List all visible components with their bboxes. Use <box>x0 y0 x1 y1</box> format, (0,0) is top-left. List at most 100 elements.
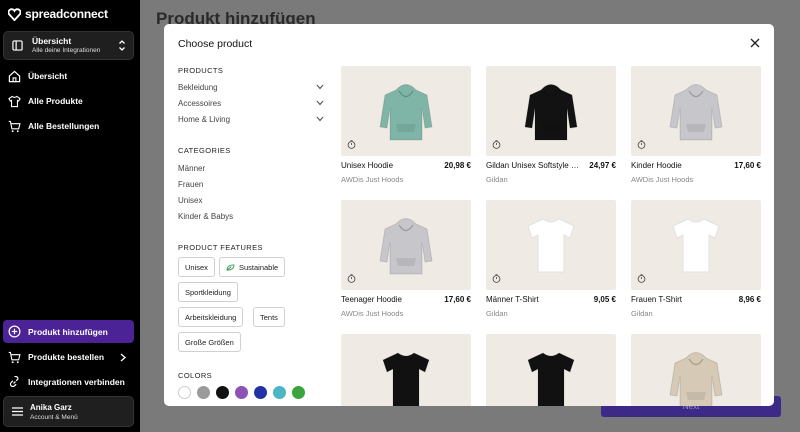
sidebar-item-label: Produkte bestellen <box>28 352 105 362</box>
sidebar-item-add-product[interactable]: Produkt hinzufügen <box>3 320 134 343</box>
sidebar-item-label: Alle Produkte <box>28 96 83 106</box>
account-menu[interactable]: Anika Garz Account & Menü <box>3 396 134 427</box>
chevron-right-icon <box>120 353 126 361</box>
chevron-updown-icon <box>119 40 125 51</box>
hoodie-image <box>669 84 723 141</box>
product-price: 17,60 € <box>734 161 761 170</box>
link-icon <box>9 375 19 387</box>
category-kinder-babys[interactable]: Kinder & Babys <box>178 212 324 221</box>
tshirt-image <box>527 218 575 273</box>
product-name: Frauen T-Shirt <box>631 295 682 304</box>
products-heading: PRODUCTS <box>178 66 224 75</box>
timer-icon <box>637 140 646 149</box>
product-name: Männer T-Shirt <box>486 295 539 304</box>
sidebar-item-label: Alle Bestellungen <box>28 121 100 131</box>
chip-label: Tents <box>260 312 278 322</box>
product-brand: Gildan <box>486 175 508 184</box>
product-name: Unisex Hoodie <box>341 161 394 170</box>
feature-chip-sustainable[interactable]: Sustainable <box>219 257 286 277</box>
home-icon <box>8 70 21 82</box>
timer-icon <box>492 140 501 149</box>
categories-heading: CATEGORIES <box>178 146 231 155</box>
tshirt-image <box>382 352 430 406</box>
product-brand: Gildan <box>486 309 508 318</box>
sidebar-item-overview[interactable]: Übersicht <box>0 66 140 86</box>
product-name: Kinder Hoodie <box>631 161 682 170</box>
sidebar-item-all-orders[interactable]: Alle Bestellungen <box>0 116 140 136</box>
product-card[interactable]: Gildan Unisex Softstyle Sweatshirt 24,97 … <box>486 66 616 184</box>
product-card[interactable] <box>341 334 471 406</box>
panel-icon <box>12 40 23 51</box>
hoodie-image <box>379 84 433 141</box>
color-swatch[interactable] <box>216 386 229 399</box>
product-card[interactable] <box>486 334 616 406</box>
chevron-down-icon <box>316 116 324 122</box>
feature-chip-unisex[interactable]: Unisex <box>178 257 215 277</box>
chip-label: Sportkleidung <box>185 287 231 297</box>
switcher-title: Übersicht <box>32 36 72 46</box>
product-price: 20,98 € <box>444 161 471 170</box>
feature-chip-tents[interactable]: Tents <box>253 307 285 327</box>
product-brand: AWDis Just Hoods <box>341 309 404 318</box>
feature-chip-grosse-groessen[interactable]: Große Größen <box>178 332 241 352</box>
chevron-down-icon <box>316 100 324 106</box>
chip-label: Große Größen <box>185 337 234 347</box>
product-price: 8,96 € <box>738 295 761 304</box>
product-image <box>631 334 761 406</box>
product-card[interactable] <box>631 334 761 406</box>
color-swatch[interactable] <box>235 386 248 399</box>
chip-label: Sustainable <box>239 262 279 272</box>
product-grid: Unisex Hoodie 20,98 € AWDis Just Hoods Gild… <box>341 66 761 406</box>
product-card[interactable]: Frauen T-Shirt 8,96 € Gildan <box>631 200 761 318</box>
heart-logo-icon <box>8 7 21 21</box>
shirt-icon <box>8 95 21 107</box>
filter-label: Bekleidung <box>178 83 218 92</box>
product-image <box>341 200 471 290</box>
category-frauen[interactable]: Frauen <box>178 180 324 189</box>
features-heading: PRODUCT FEATURES <box>178 243 263 252</box>
product-image <box>486 200 616 290</box>
timer-icon <box>637 274 646 283</box>
sidebar-item-label: Integrationen verbinden <box>28 377 125 387</box>
choose-product-modal: Choose product PRODUCTS Bekleidung Acces… <box>164 24 774 406</box>
color-swatch[interactable] <box>292 386 305 399</box>
sidebar-item-order-products[interactable]: Produkte bestellen <box>0 347 140 367</box>
timer-icon <box>347 140 356 149</box>
category-unisex[interactable]: Unisex <box>178 196 324 205</box>
sidebar-item-all-products[interactable]: Alle Produkte <box>0 91 140 111</box>
integration-switcher[interactable]: Übersicht Alle deine Integrationen <box>3 31 134 60</box>
brand-logo[interactable]: spreadconnect <box>8 7 108 21</box>
chip-label: Arbeitskleidung <box>185 312 237 322</box>
product-card[interactable]: Kinder Hoodie 17,60 € AWDis Just Hoods <box>631 66 761 184</box>
sidebar-item-label: Produkt hinzufügen <box>28 326 108 337</box>
product-card[interactable]: Teenager Hoodie 17,60 € AWDis Just Hoods <box>341 200 471 318</box>
switcher-subtitle: Alle deine Integrationen <box>32 47 101 54</box>
product-image <box>341 334 471 406</box>
color-swatch[interactable] <box>273 386 286 399</box>
product-brand: AWDis Just Hoods <box>631 175 694 184</box>
color-swatch[interactable] <box>197 386 210 399</box>
product-filter-home-living[interactable]: Home & Living <box>178 115 324 124</box>
timer-icon <box>347 274 356 283</box>
category-maenner[interactable]: Männer <box>178 164 324 173</box>
product-card[interactable]: Unisex Hoodie 20,98 € AWDis Just Hoods <box>341 66 471 184</box>
close-icon[interactable] <box>750 38 760 48</box>
product-card[interactable]: Männer T-Shirt 9,05 € Gildan <box>486 200 616 318</box>
cart-icon <box>8 120 21 132</box>
timer-icon <box>492 274 501 283</box>
feature-chip-sportkleidung[interactable]: Sportkleidung <box>178 282 238 302</box>
product-brand: AWDis Just Hoods <box>341 175 404 184</box>
feature-chip-arbeitskleidung[interactable]: Arbeitskleidung <box>178 307 244 327</box>
product-image <box>486 334 616 406</box>
product-filter-accessoires[interactable]: Accessoires <box>178 99 324 108</box>
product-image <box>631 200 761 290</box>
hoodie-image <box>669 352 723 406</box>
color-swatch[interactable] <box>178 386 191 399</box>
cart-icon <box>8 351 21 363</box>
color-swatch[interactable] <box>254 386 267 399</box>
sidebar-item-connect-integrations[interactable]: Integrationen verbinden <box>0 372 140 392</box>
product-price: 24,97 € <box>589 161 616 170</box>
product-filter-bekleidung[interactable]: Bekleidung <box>178 83 324 92</box>
tshirt-image <box>527 352 575 406</box>
hoodie-image <box>524 84 578 141</box>
